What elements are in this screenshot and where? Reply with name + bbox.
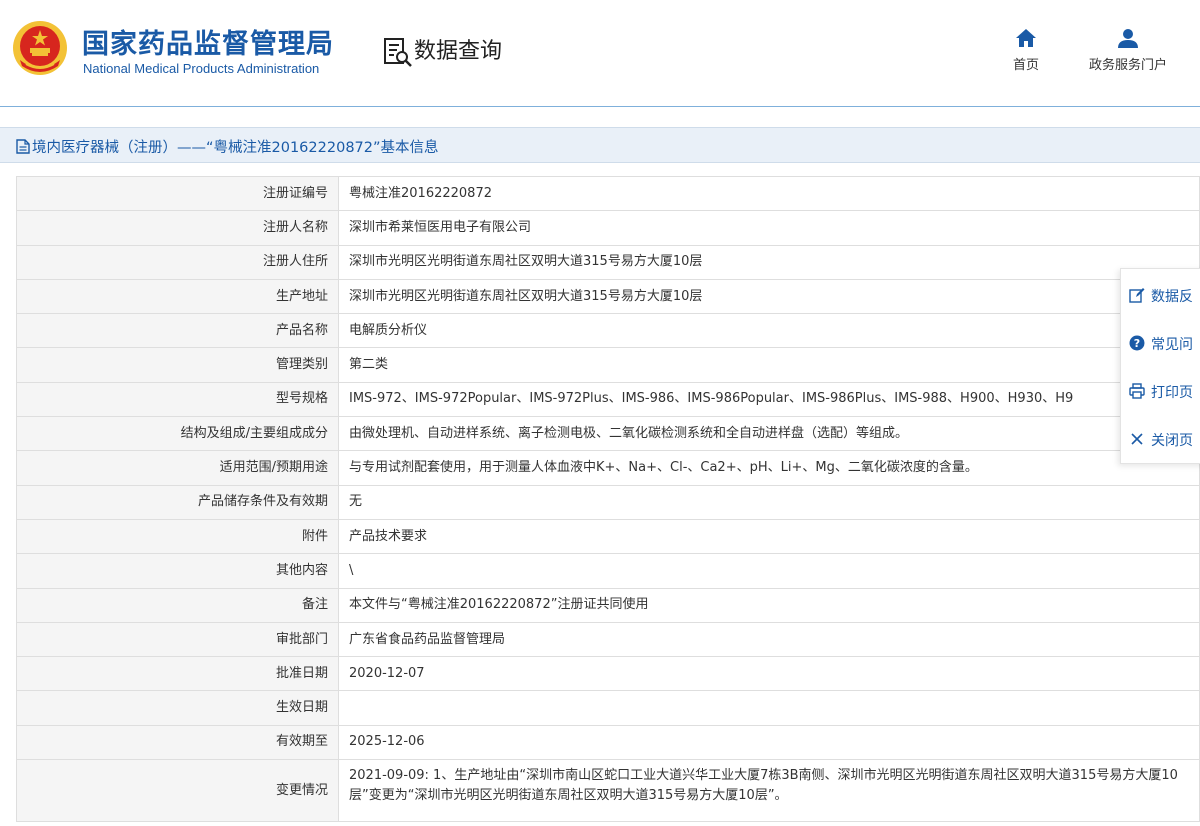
close-page-button[interactable]: 关闭页 — [1121, 417, 1200, 463]
row-value: 粤械注准20162220872 — [338, 175, 1200, 212]
row-value: IMS-972、IMS-972Popular、IMS-972Plus、IMS-9… — [338, 381, 1200, 418]
row-value: 本文件与“粤械注准20162220872”注册证共同使用 — [338, 587, 1200, 623]
row-label: 其他内容 — [16, 553, 339, 589]
row-value: 深圳市光明区光明街道东周社区双明大道315号易方大厦10层 — [338, 278, 1200, 315]
row-label: 产品名称 — [16, 313, 339, 349]
row-label: 生效日期 — [16, 690, 339, 726]
row-value: 产品技术要求 — [338, 518, 1200, 555]
row-value: 2025-12-06 — [338, 724, 1200, 761]
row-label: 注册人住所 — [16, 244, 339, 280]
table-row: 生产地址 深圳市光明区光明街道东周社区双明大道315号易方大厦10层 — [16, 278, 1200, 315]
row-label: 适用范围/预期用途 — [16, 450, 339, 486]
row-label: 附件 — [16, 518, 339, 555]
row-label: 注册人名称 — [16, 210, 339, 246]
national-emblem-icon — [13, 21, 67, 75]
table-row: 批准日期 2020-12-07 — [16, 656, 1200, 692]
nav-home-link[interactable]: 首页 — [1004, 28, 1048, 73]
row-label: 注册证编号 — [16, 175, 339, 212]
row-label: 型号规格 — [16, 381, 339, 418]
data-query-icon — [384, 38, 412, 67]
table-row: 备注 本文件与“粤械注准20162220872”注册证共同使用 — [16, 587, 1200, 623]
row-label: 变更情况 — [16, 759, 339, 823]
row-label: 产品储存条件及有效期 — [16, 484, 339, 520]
row-value — [338, 690, 1200, 726]
row-value: 2021-09-09: 1、生产地址由“深圳市南山区蛇口工业大道兴华工业大厦7栋… — [338, 759, 1200, 823]
print-icon — [1129, 383, 1145, 399]
nav-portal-label: 政务服务门户 — [1088, 58, 1167, 73]
record-title: 境内医疗器械（注册）——“粤械注准20162220872”基本信息 — [16, 136, 439, 157]
table-row: 变更情况 2021-09-09: 1、生产地址由“深圳市南山区蛇口工业大道兴华工业… — [16, 759, 1200, 823]
table-row: 注册人名称 深圳市希莱恒医用电子有限公司 — [16, 210, 1200, 246]
row-value: 与专用试剂配套使用，用于测量人体血液中K+、Na+、Cl-、Ca2+、pH、Li… — [338, 450, 1200, 486]
row-value: 第二类 — [338, 347, 1200, 383]
faq-button[interactable]: ? 常见问 — [1121, 321, 1200, 367]
row-value: \ — [338, 553, 1200, 589]
row-label: 批准日期 — [16, 656, 339, 692]
row-label: 有效期至 — [16, 724, 339, 761]
faq-label: 常见问 — [1151, 337, 1193, 353]
table-row: 产品储存条件及有效期无 — [16, 484, 1200, 520]
row-value: 2020-12-07 — [338, 656, 1200, 692]
row-label: 结构及组成/主要组成成分 — [16, 416, 339, 452]
table-row: 结构及组成/主要组成成分 由微处理机、自动进样系统、离子检测电极、二氧化碳检测系统… — [16, 416, 1200, 452]
record-title-text: 境内医疗器械（注册）——“粤械注准20162220872”基本信息 — [32, 140, 439, 156]
home-icon — [1016, 29, 1036, 47]
user-icon — [1118, 29, 1138, 48]
floating-side-panel: 数据反 ? 常见问 打印页 关闭页 — [1120, 268, 1200, 464]
row-label: 管理类别 — [16, 347, 339, 383]
row-value: 由微处理机、自动进样系统、离子检测电极、二氧化碳检测系统和全自动进样盘（选配）等… — [338, 416, 1200, 452]
row-value: 深圳市光明区光明街道东周社区双明大道315号易方大厦10层 — [338, 244, 1200, 280]
table-row: 型号规格 IMS-972、IMS-972Popular、IMS-972Plus、I… — [16, 381, 1200, 418]
edit-icon — [1129, 288, 1145, 303]
site-header: 国家药品监督管理局 National Medical Products Admi… — [0, 0, 1200, 107]
print-button[interactable]: 打印页 — [1121, 369, 1200, 415]
table-row: 其他内容 \ — [16, 553, 1200, 589]
nav-service-portal-link[interactable]: 政务服务门户 — [1080, 28, 1176, 73]
table-row: 生效日期 — [16, 690, 1200, 726]
table-row: 审批部门 广东省食品药品监督管理局 — [16, 621, 1200, 658]
registration-info-table: 注册证编号 粤械注准20162220872 注册人名称 深圳市希莱恒医用电子有限公司… — [16, 175, 1200, 823]
row-value: 无 — [338, 484, 1200, 520]
table-row: 附件 产品技术要求 — [16, 518, 1200, 555]
close-icon — [1131, 433, 1143, 445]
feedback-button[interactable]: 数据反 — [1121, 273, 1200, 319]
row-value: 深圳市希莱恒医用电子有限公司 — [338, 210, 1200, 246]
feedback-label: 数据反 — [1151, 289, 1193, 305]
brand-name-en: National Medical Products Administration — [83, 61, 320, 76]
section-title-bar: 境内医疗器械（注册）——“粤械注准20162220872”基本信息 — [0, 127, 1200, 163]
table-row: 注册证编号 粤械注准20162220872 — [16, 175, 1200, 212]
table-row: 注册人住所 深圳市光明区光明街道东周社区双明大道315号易方大厦10层 — [16, 244, 1200, 280]
page-section-title: 数据查询 — [414, 39, 503, 64]
row-value: 广东省食品药品监督管理局 — [338, 621, 1200, 658]
nav-home-label: 首页 — [1012, 58, 1039, 73]
row-value: 电解质分析仪 — [338, 313, 1200, 349]
row-label: 备注 — [16, 587, 339, 623]
table-row: 管理类别 第二类 — [16, 347, 1200, 383]
close-page-label: 关闭页 — [1151, 433, 1193, 449]
document-icon — [16, 139, 30, 154]
print-label: 打印页 — [1151, 385, 1193, 401]
row-label: 生产地址 — [16, 278, 339, 315]
question-icon: ? — [1129, 335, 1145, 351]
svg-text:?: ? — [1134, 337, 1140, 350]
table-row: 适用范围/预期用途 与专用试剂配套使用，用于测量人体血液中K+、Na+、Cl-、C… — [16, 450, 1200, 486]
table-row: 有效期至 2025-12-06 — [16, 724, 1200, 761]
brand-name-cn: 国家药品监督管理局 — [82, 29, 334, 60]
row-label: 审批部门 — [16, 621, 339, 658]
table-row: 产品名称 电解质分析仪 — [16, 313, 1200, 349]
